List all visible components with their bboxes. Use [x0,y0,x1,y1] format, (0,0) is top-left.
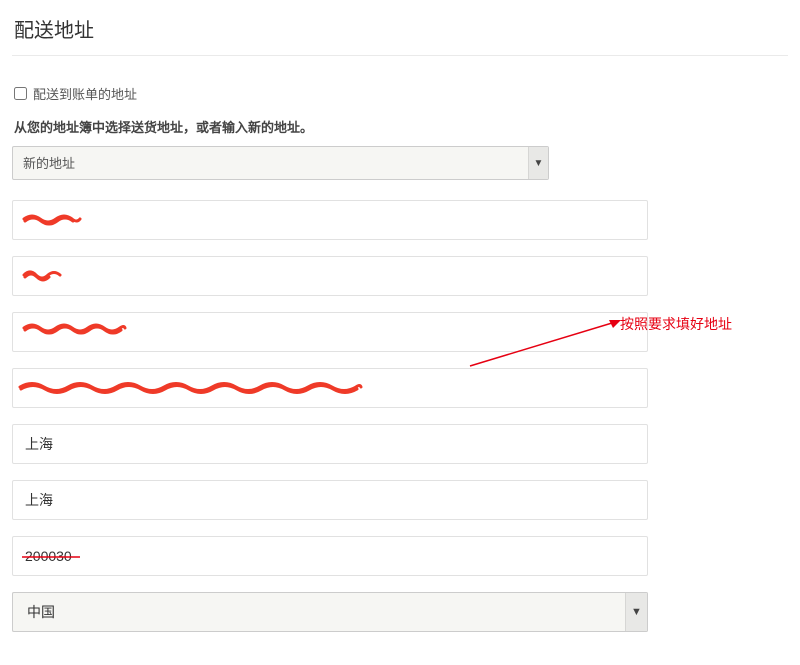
annotation-text: 按照要求填好地址 [620,314,732,334]
first-name-input[interactable] [12,200,648,240]
address-book-help-text: 从您的地址簿中选择送货地址，或者输入新的地址。 [12,117,788,136]
city-input[interactable] [12,424,648,464]
last-name-input[interactable] [12,256,648,296]
page-title: 配送地址 [12,8,788,55]
postal-code-input[interactable] [12,536,648,576]
divider [12,55,788,56]
state-input[interactable] [12,480,648,520]
street-input[interactable] [12,368,648,408]
country-select[interactable]: 中国 [12,592,648,632]
address-book-select[interactable]: 新的地址 [12,146,549,180]
ship-to-billing-checkbox[interactable] [14,87,27,100]
company-input[interactable] [12,312,648,352]
ship-to-billing-label: 配送到账单的地址 [33,84,137,103]
